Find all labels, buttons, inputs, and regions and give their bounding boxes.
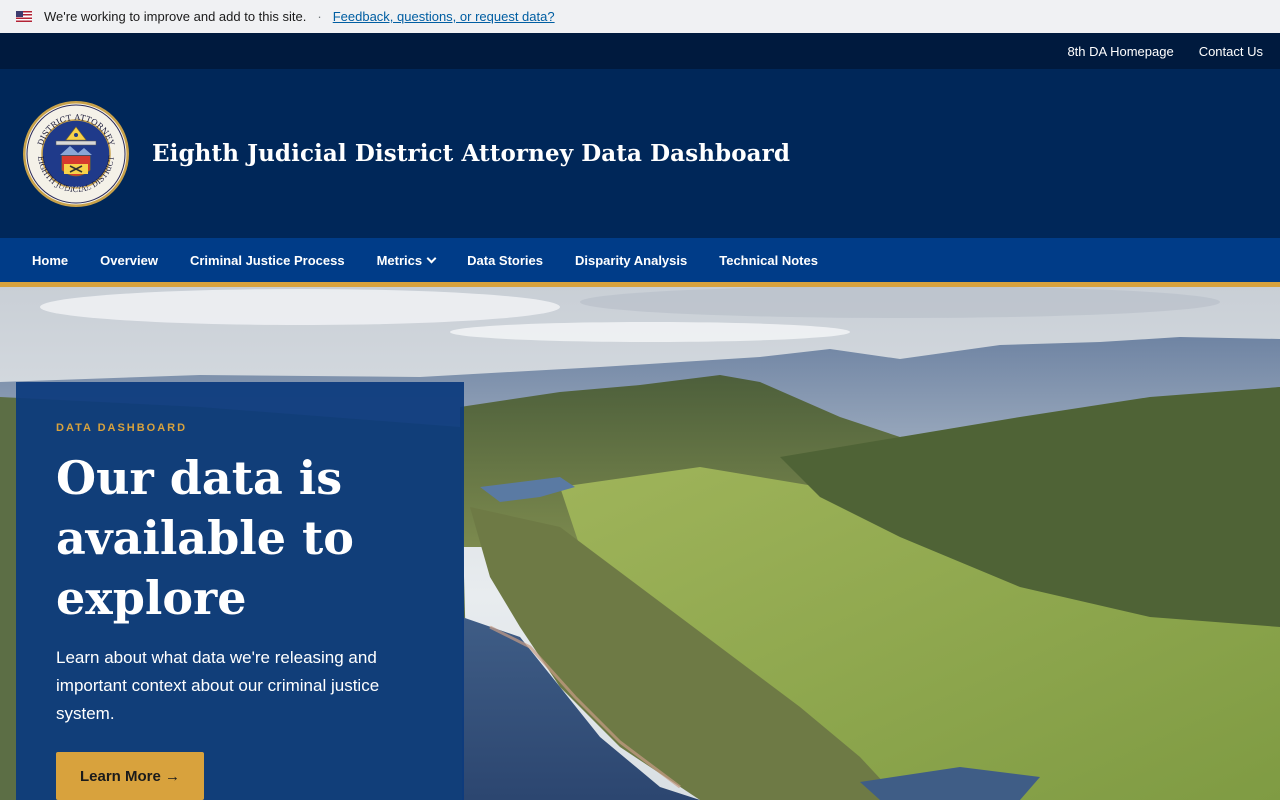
hero-eyebrow: DATA DASHBOARD [56, 422, 188, 434]
nav-metrics-dropdown[interactable]: Metrics [361, 238, 452, 282]
hero-title: Our data is available to explore [56, 451, 354, 625]
primary-nav: Home Overview Criminal Justice Process M… [0, 238, 1280, 287]
nav-technical-notes-label: Technical Notes [719, 252, 818, 268]
nav-metrics-label: Metrics [376, 252, 423, 268]
site-header: DISTRICT ATTORNEY EIGHTH JUDICIAL DISTRI… [0, 69, 1280, 238]
notice-text: We're working to improve and add to this… [44, 9, 307, 24]
nav-cjp-label: Criminal Justice Process [189, 252, 345, 268]
hero-section: DATA DASHBOARD Our data is available to … [0, 287, 1280, 800]
hero-card: DATA DASHBOARD Our data is available to … [16, 382, 464, 800]
nav-disparity-label: Disparity Analysis [575, 252, 688, 268]
nav-home[interactable]: Home [16, 238, 84, 282]
nav-overview-label: Overview [100, 252, 158, 268]
da-homepage-link[interactable]: 8th DA Homepage [1067, 44, 1173, 59]
nav-criminal-justice-process[interactable]: Criminal Justice Process [174, 238, 361, 282]
site-notice-banner: We're working to improve and add to this… [0, 0, 1280, 33]
notice-separator: · [317, 9, 322, 24]
seal-state-text: STATE OF COLORADO [55, 186, 98, 191]
nav-disparity-analysis[interactable]: Disparity Analysis [559, 238, 703, 282]
site-title[interactable]: Eighth Judicial District Attorney Data D… [152, 140, 790, 167]
learn-more-button[interactable]: Learn More → [56, 752, 205, 800]
hero-description: Learn about what data we're releasing an… [56, 648, 380, 723]
feedback-link[interactable]: Feedback, questions, or request data? [333, 9, 555, 24]
nav-overview[interactable]: Overview [84, 238, 174, 282]
nav-data-stories[interactable]: Data Stories [451, 238, 559, 282]
nav-home-label: Home [32, 252, 69, 268]
us-flag-icon [16, 11, 32, 22]
utility-bar: 8th DA Homepage Contact Us [0, 33, 1280, 69]
chevron-down-icon [426, 253, 437, 263]
nav-data-stories-label: Data Stories [467, 252, 543, 268]
contact-us-link[interactable]: Contact Us [1199, 44, 1263, 59]
nav-technical-notes[interactable]: Technical Notes [703, 238, 834, 282]
district-attorney-seal-icon[interactable]: DISTRICT ATTORNEY EIGHTH JUDICIAL DISTRI… [22, 100, 130, 208]
